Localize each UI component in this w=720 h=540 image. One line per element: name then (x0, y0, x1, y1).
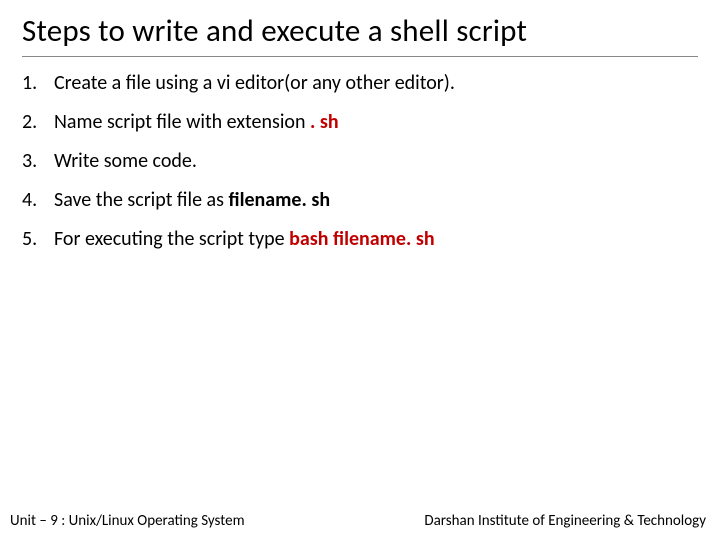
steps-list: Create a file using a vi editor(or any o… (22, 71, 698, 252)
step-text: Write some code. (54, 149, 197, 173)
step-item: For executing the script type bash filen… (22, 227, 698, 252)
step-highlight-ext: . sh (305, 110, 338, 134)
footer-right: Darshan Institute of Engineering & Techn… (424, 512, 706, 530)
slide: Steps to write and execute a shell scrip… (0, 0, 720, 540)
step-item: Name script file with extension . sh (22, 110, 698, 135)
step-text: Create a file using a vi editor(or any o… (54, 71, 455, 95)
step-item: Save the script file as filename. sh (22, 188, 698, 213)
step-item: Create a file using a vi editor(or any o… (22, 71, 698, 96)
step-text: For executing the script type (54, 227, 289, 251)
footer-left: Unit – 9 : Unix/Linux Operating System (10, 512, 245, 530)
footer: Unit – 9 : Unix/Linux Operating System D… (0, 512, 720, 530)
step-filename: filename. sh (228, 188, 330, 212)
slide-title: Steps to write and execute a shell scrip… (22, 12, 698, 57)
step-text: Name script file with extension (54, 110, 305, 134)
step-item: Write some code. (22, 149, 698, 174)
step-command: bash filename. sh (289, 227, 434, 251)
step-text: Save the script file as (54, 188, 228, 212)
